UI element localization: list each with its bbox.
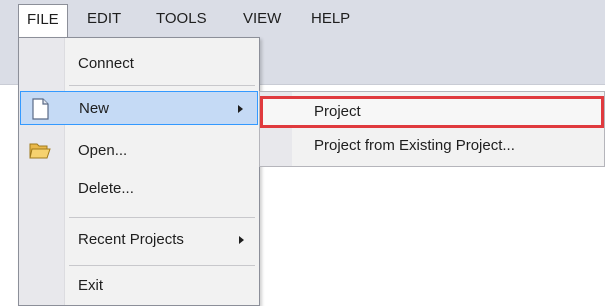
menu-item-delete[interactable]: Delete... xyxy=(20,172,258,206)
menu-edit[interactable]: EDIT xyxy=(79,4,129,34)
submenu-item-project[interactable]: Project xyxy=(260,96,604,128)
menu-separator xyxy=(69,85,255,86)
menu-item-label: Delete... xyxy=(78,180,134,197)
submenu-item-project-from-existing[interactable]: Project from Existing Project... xyxy=(260,130,604,162)
menu-separator xyxy=(69,217,255,218)
menu-bar: FILE EDIT TOOLS VIEW HELP xyxy=(0,0,605,38)
menu-file[interactable]: FILE xyxy=(18,4,68,38)
menu-view[interactable]: VIEW xyxy=(235,4,289,34)
menu-item-label: Exit xyxy=(78,277,104,294)
menu-item-new[interactable]: New xyxy=(20,91,258,125)
new-submenu: Project Project from Existing Project... xyxy=(259,91,605,167)
menu-tools[interactable]: TOOLS xyxy=(148,4,215,34)
menu-item-label: Connect xyxy=(78,55,134,72)
menu-item-exit[interactable]: Exit xyxy=(20,269,258,303)
menu-item-connect[interactable]: Connect xyxy=(20,47,258,81)
menu-item-open[interactable]: Open... xyxy=(20,134,258,168)
menu-item-label: Open... xyxy=(78,142,128,159)
open-folder-icon xyxy=(29,140,51,162)
new-file-icon xyxy=(30,98,52,120)
submenu-item-label: Project from Existing Project... xyxy=(314,137,515,154)
submenu-arrow-icon xyxy=(239,236,244,244)
submenu-arrow-icon xyxy=(238,105,243,113)
menu-item-label: Recent Projects xyxy=(78,231,184,248)
menu-item-recent-projects[interactable]: Recent Projects xyxy=(20,223,258,257)
menu-separator xyxy=(69,265,255,266)
menu-item-label: New xyxy=(79,100,110,117)
submenu-item-label: Project xyxy=(314,103,361,120)
file-menu-dropdown: Connect New Open... Delete... Recent Pro… xyxy=(18,37,260,306)
menu-help[interactable]: HELP xyxy=(303,4,358,34)
